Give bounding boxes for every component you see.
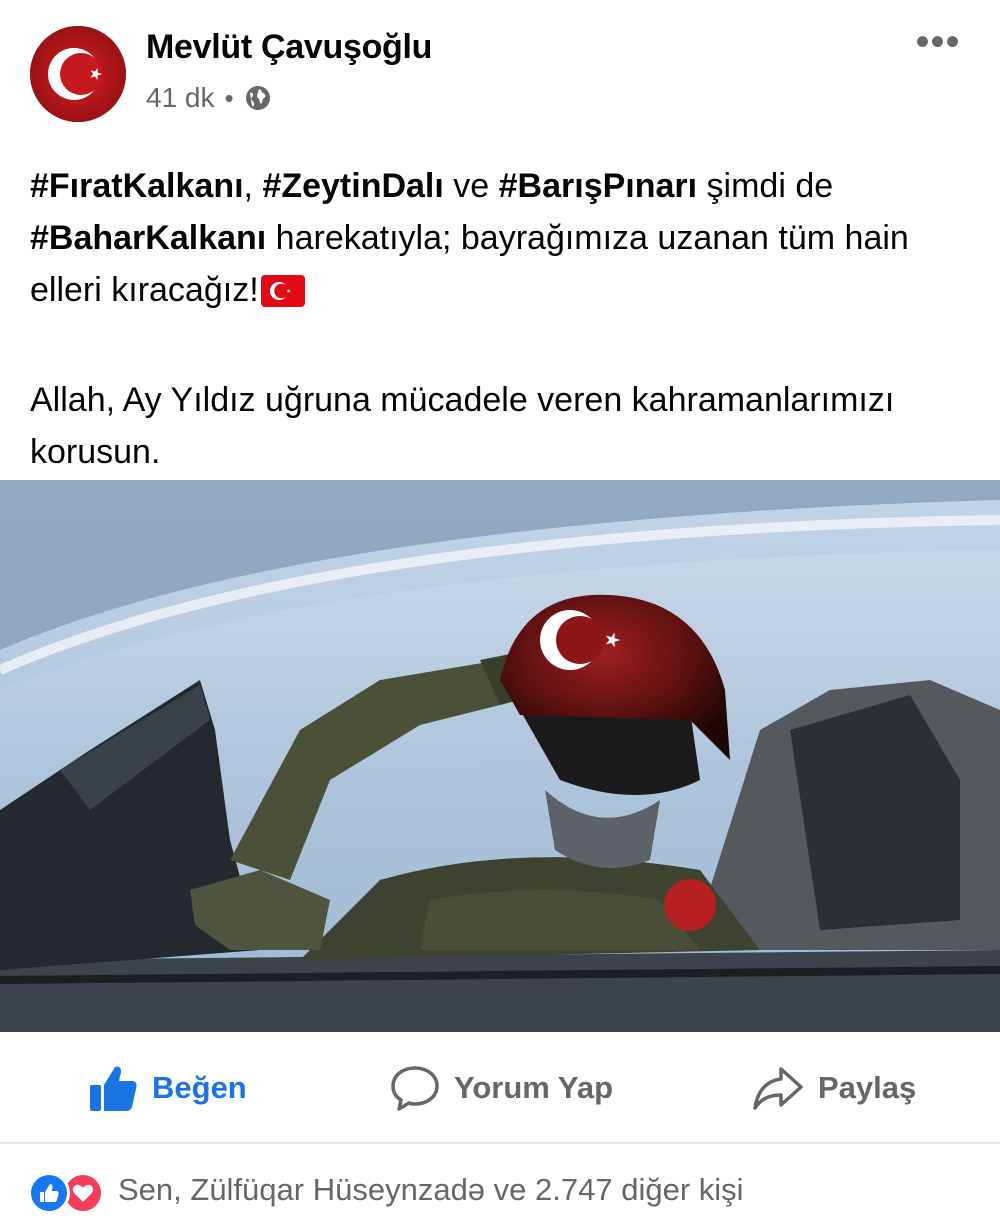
post-header: Mevlüt Çavuşoğlu 41 dk • •••: [0, 0, 1000, 140]
post-photo[interactable]: [0, 480, 1000, 1032]
share-button[interactable]: Paylaş: [752, 1062, 916, 1114]
post-meta: 41 dk •: [146, 82, 272, 114]
more-options-icon[interactable]: •••: [910, 22, 966, 62]
comment-bubble-icon: [391, 1066, 439, 1111]
hashtag-link[interactable]: #ZeytinDalı: [262, 167, 443, 205]
comment-button[interactable]: Yorum Yap: [390, 1062, 613, 1114]
turkey-flag-emoji-icon: [260, 270, 305, 322]
post-paragraph-2: Allah, Ay Yıldız uğruna mücadele veren k…: [30, 381, 895, 471]
hashtag-link[interactable]: #FıratKalkanı: [30, 167, 244, 205]
reaction-icons: [28, 1168, 110, 1214]
like-reaction-icon: [28, 1172, 70, 1214]
author-name[interactable]: Mevlüt Çavuşoğlu: [146, 28, 432, 67]
text-fragment: şimdi de: [697, 167, 834, 205]
meta-separator: •: [224, 83, 234, 113]
reaction-summary-text: Sen, Zülfüqar Hüseynzadə ve 2.747 diğer …: [118, 1172, 744, 1207]
post-actions-bar: Beğen Yorum Yap Paylaş: [0, 1032, 1000, 1144]
text-fragment: ,: [243, 167, 263, 205]
hashtag-link[interactable]: #BarışPınarı: [499, 167, 697, 205]
post-text: #FıratKalkanı, #ZeytinDalı ve #BarışPına…: [30, 160, 970, 478]
author-avatar[interactable]: [30, 26, 126, 122]
turkish-flag-avatar-icon: [30, 26, 126, 122]
pilot-salute-photo-icon: [0, 480, 1000, 1032]
comment-label: Yorum Yap: [454, 1070, 614, 1105]
post-paragraph-1: #FıratKalkanı, #ZeytinDalı ve #BarışPına…: [30, 160, 970, 322]
like-button[interactable]: Beğen: [88, 1062, 247, 1114]
globe-icon: [245, 86, 270, 110]
text-fragment: ve: [443, 167, 499, 205]
hashtag-link[interactable]: #BaharKalkanı: [30, 219, 266, 257]
post-time[interactable]: 41 dk: [146, 82, 215, 114]
thumbs-up-icon: [90, 1066, 137, 1111]
like-label: Beğen: [152, 1070, 247, 1105]
share-arrow-icon: [753, 1067, 803, 1110]
reaction-summary[interactable]: Sen, Zülfüqar Hüseynzadə ve 2.747 diğer …: [28, 1160, 744, 1220]
share-label: Paylaş: [818, 1070, 917, 1105]
